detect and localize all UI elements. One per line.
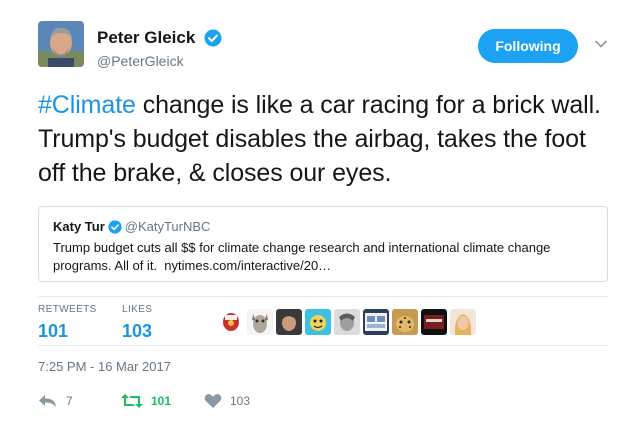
author-handle[interactable]: @PeterGleick bbox=[97, 52, 222, 70]
like-button[interactable]: 103 bbox=[204, 393, 250, 409]
verified-badge-icon bbox=[108, 220, 122, 234]
author-name[interactable]: Peter Gleick bbox=[97, 28, 195, 48]
tweet-card: Peter Gleick @PeterGleick Following #Cli… bbox=[0, 0, 640, 437]
retweets-value: 101 bbox=[38, 321, 69, 341]
liker-avatar[interactable] bbox=[305, 309, 331, 335]
liker-avatar[interactable] bbox=[276, 309, 302, 335]
liker-avatar[interactable] bbox=[218, 309, 244, 335]
reply-icon bbox=[38, 393, 58, 409]
retweet-icon bbox=[121, 393, 143, 409]
author-avatar[interactable] bbox=[38, 21, 84, 67]
retweet-button[interactable]: 101 bbox=[121, 393, 171, 409]
heart-icon bbox=[204, 393, 222, 409]
quoted-tweet-header: Katy Tur @KatyTurNBC bbox=[53, 219, 593, 235]
hashtag-link[interactable]: #Climate bbox=[38, 91, 136, 119]
quoted-tweet-text: Trump budget cuts all $$ for climate cha… bbox=[53, 239, 593, 275]
liker-avatar[interactable] bbox=[334, 309, 360, 335]
retweets-stat[interactable]: RETWEETS 101 bbox=[38, 304, 97, 342]
likes-label: LIKES bbox=[122, 304, 153, 315]
quoted-author-name: Katy Tur bbox=[53, 219, 105, 234]
retweet-count: 101 bbox=[151, 394, 172, 408]
like-count: 103 bbox=[230, 394, 251, 408]
chevron-down-icon[interactable] bbox=[594, 37, 608, 51]
likers-row bbox=[218, 309, 476, 335]
liker-avatar[interactable] bbox=[247, 309, 273, 335]
quoted-tweet-link[interactable]: nytimes.com/interactive/20… bbox=[164, 258, 331, 273]
likes-value: 103 bbox=[122, 321, 153, 341]
author-block: Peter Gleick @PeterGleick bbox=[97, 28, 222, 70]
tweet-timestamp[interactable]: 7:25 PM - 16 Mar 2017 bbox=[38, 359, 171, 375]
retweets-label: RETWEETS bbox=[38, 304, 97, 315]
quoted-tweet[interactable]: Katy Tur @KatyTurNBC Trump budget cuts al… bbox=[38, 206, 608, 282]
following-button[interactable]: Following bbox=[478, 29, 578, 63]
tweet-text: #Climate change is like a car racing for… bbox=[38, 88, 608, 190]
liker-avatar[interactable] bbox=[363, 309, 389, 335]
likes-stat[interactable]: LIKES 103 bbox=[122, 304, 152, 342]
reply-button[interactable]: 7 bbox=[38, 393, 73, 409]
reply-count: 7 bbox=[66, 394, 73, 408]
liker-avatar[interactable] bbox=[450, 309, 476, 335]
quoted-author-handle: @KatyTurNBC bbox=[124, 219, 211, 234]
divider bbox=[38, 345, 608, 346]
liker-avatar[interactable] bbox=[421, 309, 447, 335]
divider bbox=[38, 296, 608, 297]
verified-badge-icon bbox=[204, 29, 222, 47]
liker-avatar[interactable] bbox=[392, 309, 418, 335]
